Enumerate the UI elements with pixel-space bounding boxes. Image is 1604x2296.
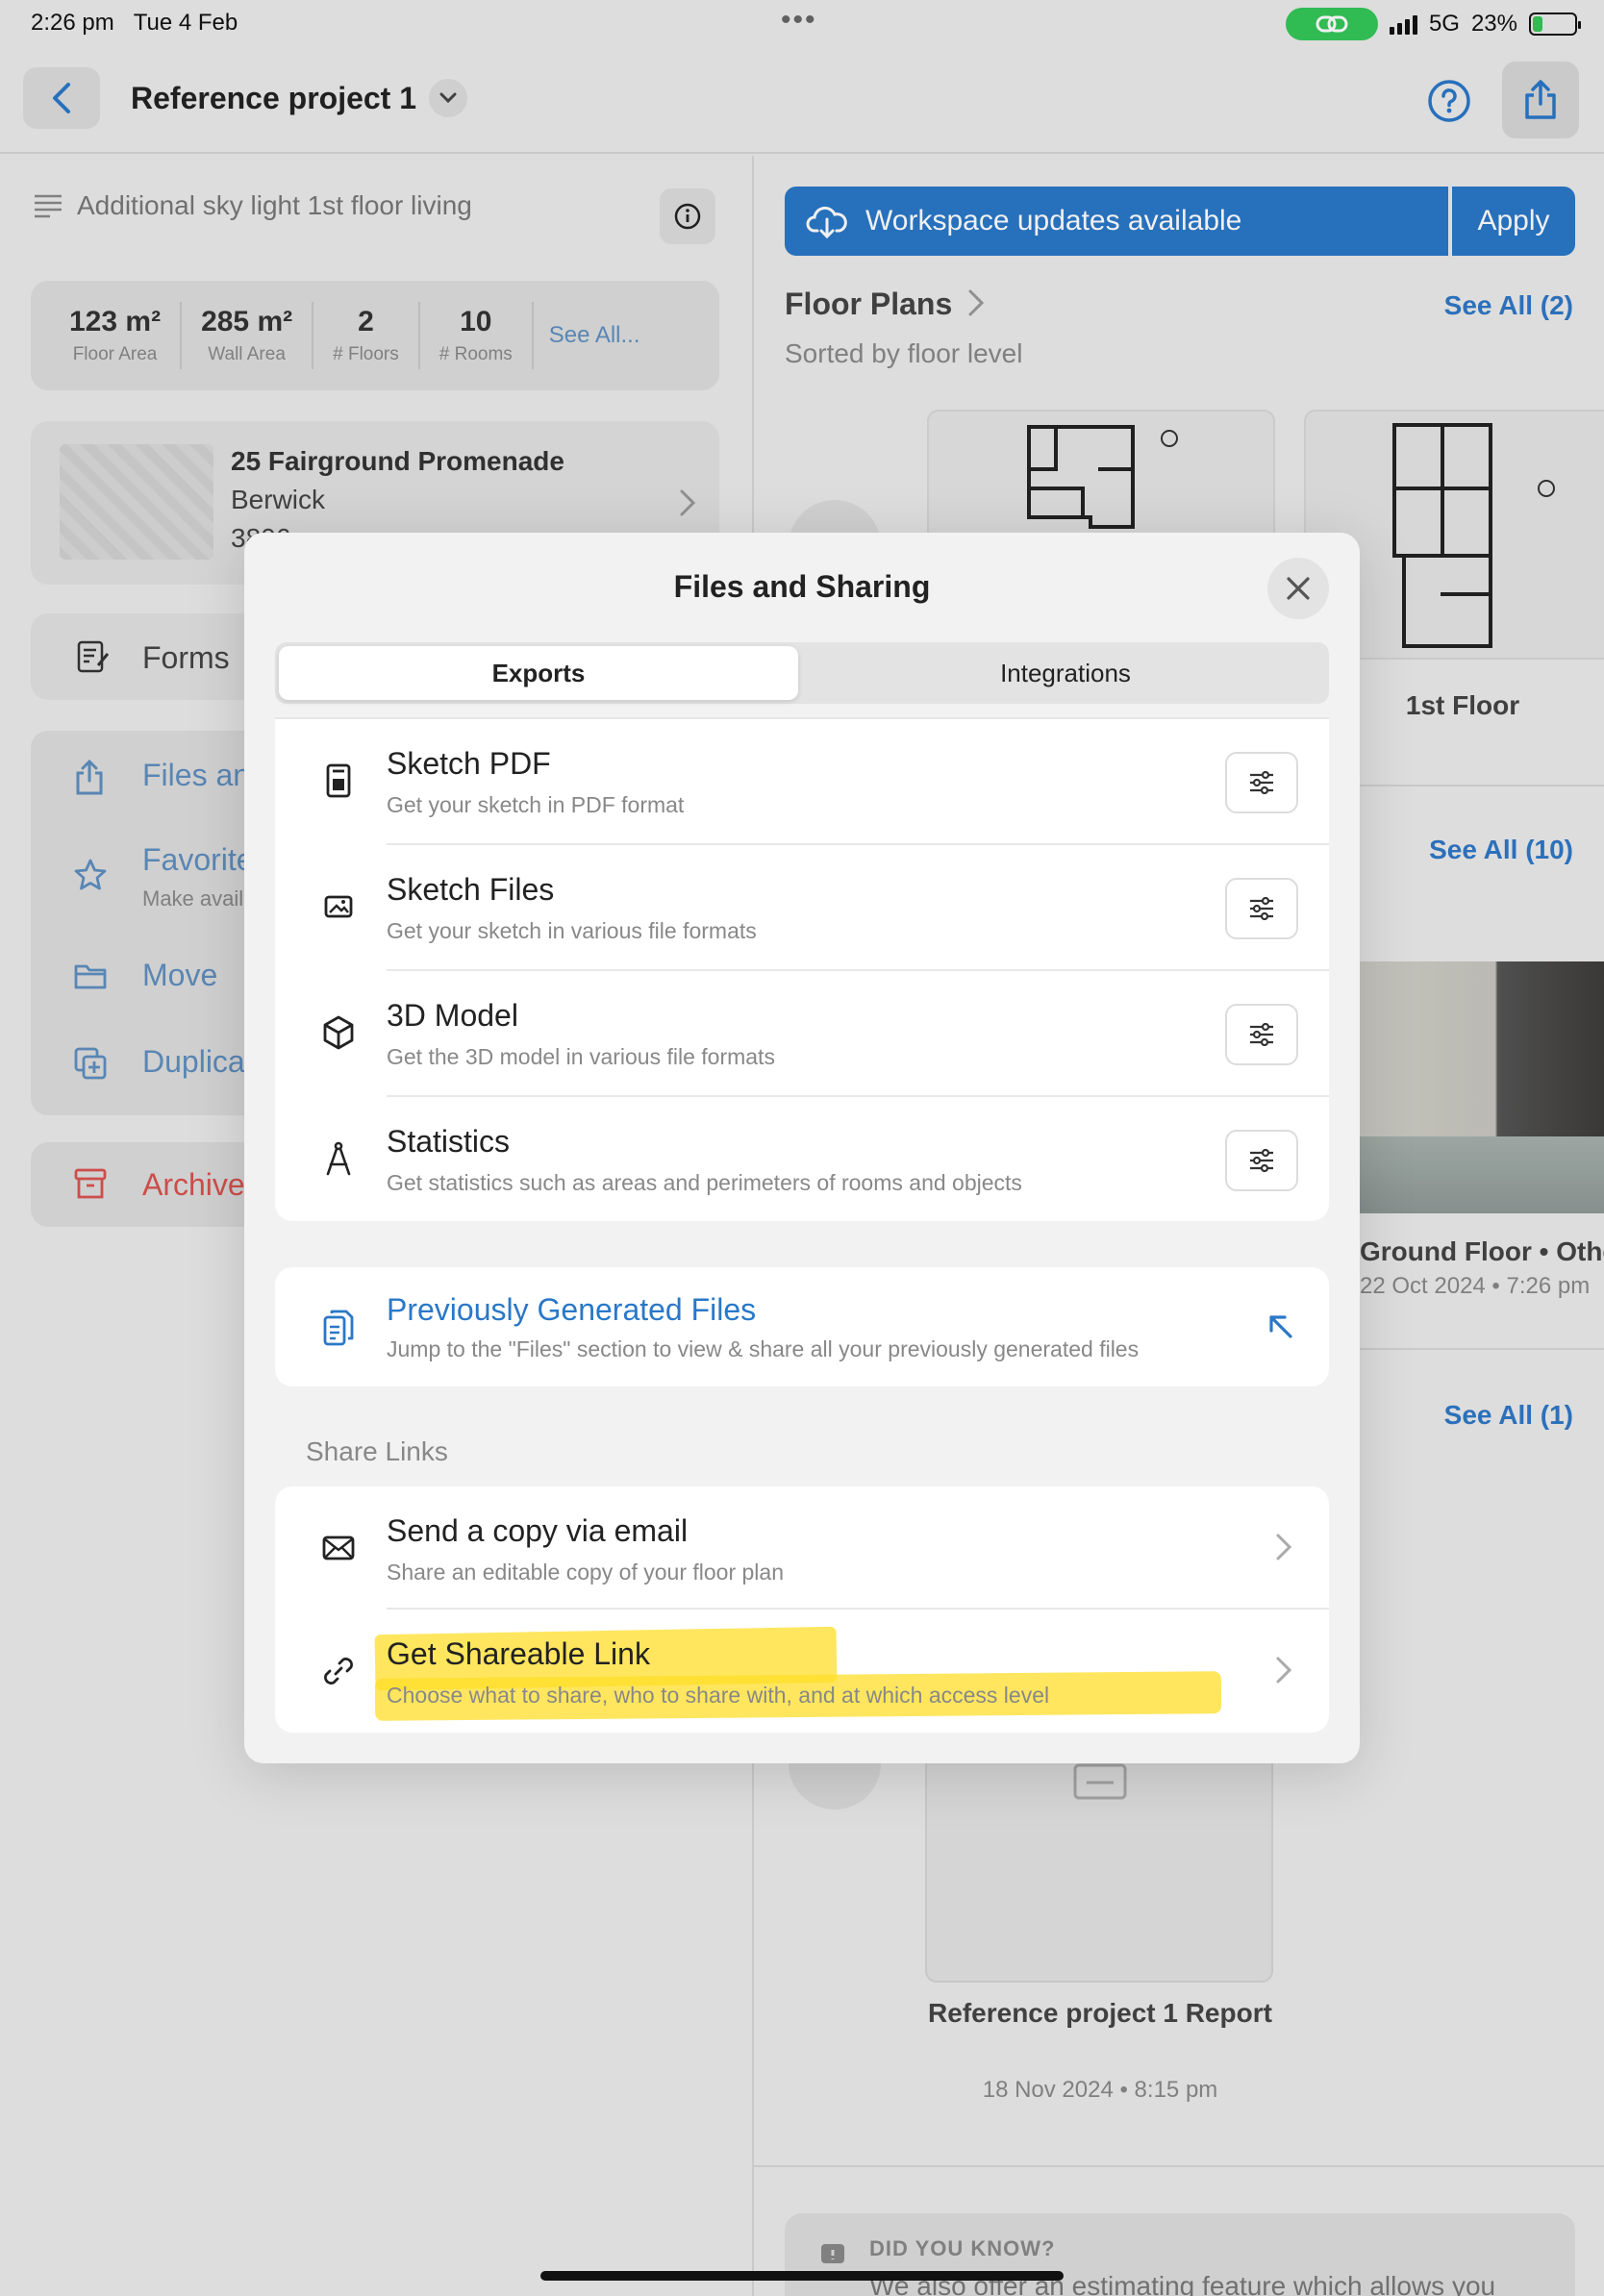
sliders-icon (1250, 897, 1273, 920)
home-indicator[interactable] (540, 2271, 1064, 2281)
exports-list: Sketch PDF Get your sketch in PDF format… (275, 717, 1329, 1221)
export-sketch-pdf[interactable]: Sketch PDF Get your sketch in PDF format (275, 719, 1329, 845)
close-button[interactable] (1267, 558, 1329, 619)
chevron-right-icon (1276, 1657, 1292, 1684)
modal-title: Files and Sharing (673, 569, 931, 604)
sketch-pdf-options-button[interactable] (1225, 752, 1298, 813)
cube-icon (323, 1015, 354, 1050)
pdf-document-icon (326, 763, 351, 798)
3d-model-options-button[interactable] (1225, 1004, 1298, 1065)
image-files-icon (324, 895, 353, 918)
sliders-icon (1250, 1023, 1273, 1046)
get-shareable-link[interactable]: Get Shareable Link Choose what to share,… (275, 1610, 1329, 1733)
export-statistics[interactable]: Statistics Get statistics such as areas … (275, 1097, 1329, 1223)
link-icon (324, 1658, 353, 1685)
export-sketch-files[interactable]: Sketch Files Get your sketch in various … (275, 845, 1329, 971)
tab-exports[interactable]: Exports (279, 646, 798, 700)
tab-switcher: Exports Integrations (275, 642, 1329, 704)
send-copy-via-email[interactable]: Send a copy via email Share an editable … (275, 1486, 1329, 1610)
sketch-files-options-button[interactable] (1225, 878, 1298, 939)
statistics-options-button[interactable] (1225, 1130, 1298, 1191)
export-3d-model[interactable]: 3D Model Get the 3D model in various fil… (275, 971, 1329, 1097)
share-links-list: Send a copy via email Share an editable … (275, 1486, 1329, 1733)
previously-generated-files-button[interactable]: Previously Generated Files Jump to the "… (275, 1267, 1329, 1386)
files-and-sharing-modal: Files and Sharing Exports Integrations S… (244, 533, 1360, 1763)
envelope-icon (322, 1535, 355, 1560)
chevron-right-icon (1276, 1534, 1292, 1560)
sliders-icon (1250, 771, 1273, 794)
tab-integrations[interactable]: Integrations (806, 646, 1325, 700)
drafting-compass-icon (326, 1141, 351, 1176)
arrow-up-left-icon (1269, 1315, 1292, 1338)
documents-icon (323, 1310, 354, 1346)
share-links-header: Share Links (306, 1436, 448, 1466)
sliders-icon (1250, 1149, 1273, 1172)
close-icon (1287, 577, 1310, 600)
